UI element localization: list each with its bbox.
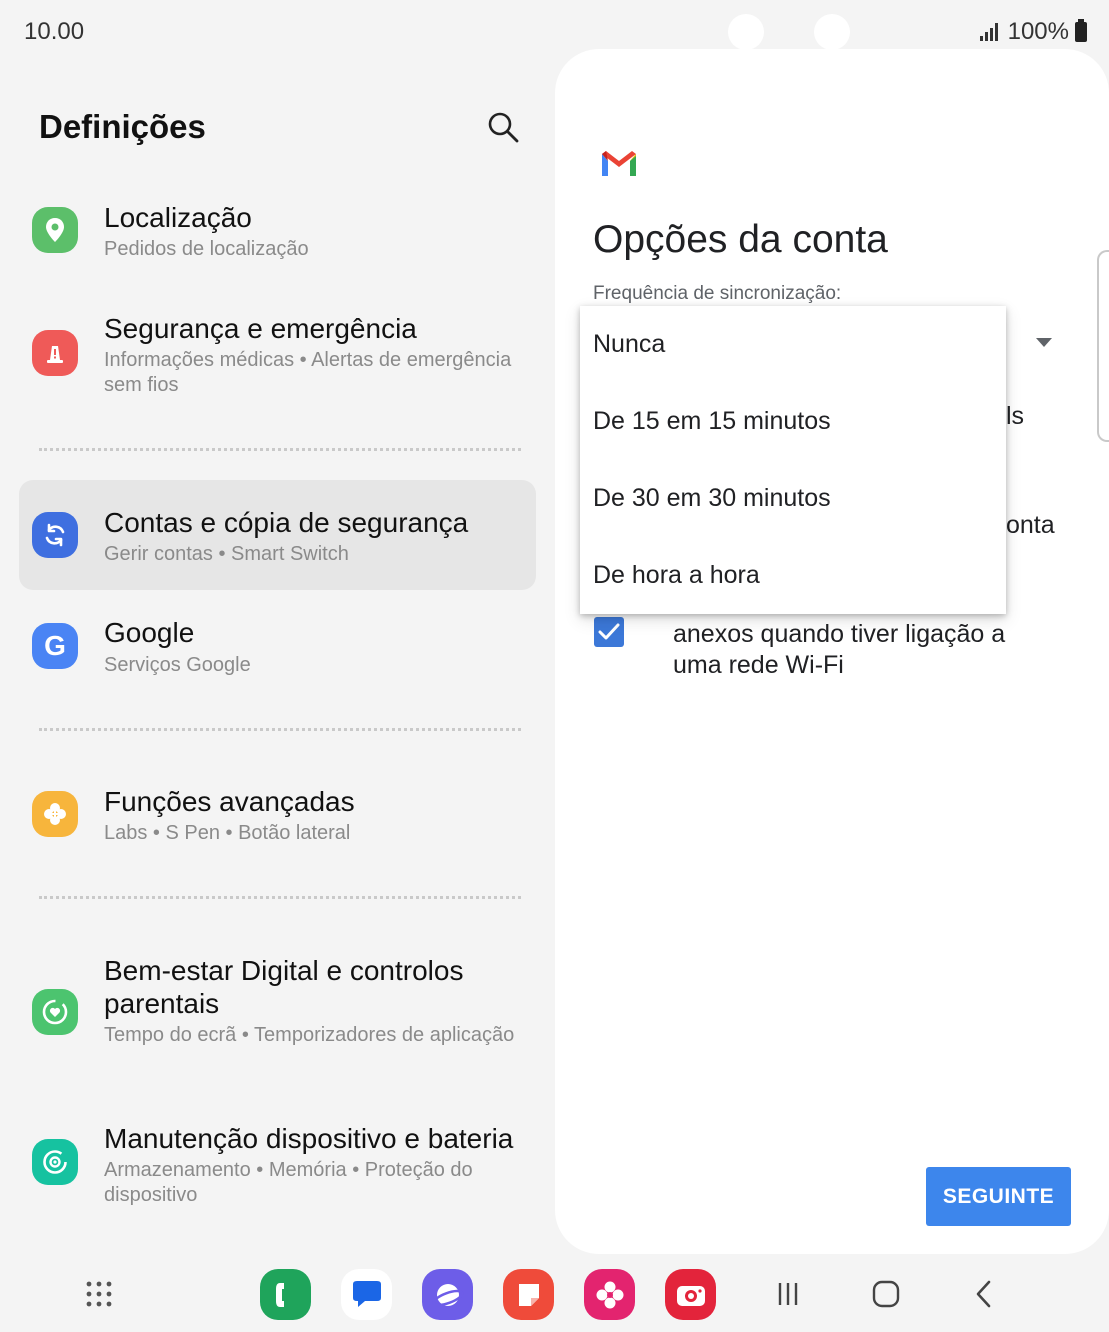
wifi-download-label: anexos quando tiver ligação a uma rede W… [673, 620, 1006, 679]
edge-panel-handle[interactable] [1097, 250, 1109, 442]
advanced-features-icon [32, 791, 78, 837]
menu-option-30-minutes[interactable]: De 30 em 30 minutos [593, 484, 831, 513]
google-g-icon: G [32, 623, 78, 669]
location-pin-icon [32, 207, 78, 253]
phone-app-icon[interactable] [260, 1269, 311, 1320]
internet-app-icon[interactable] [422, 1269, 473, 1320]
status-time: 10.00 [24, 18, 85, 45]
signal-icon [979, 23, 998, 41]
settings-item-subtitle: Tempo do ecrã • Temporizadores de aplica… [104, 1024, 515, 1046]
menu-option-15-minutes[interactable]: De 15 em 15 minutos [593, 407, 831, 436]
status-indicators: 100% [979, 18, 1087, 46]
menu-option-hourly[interactable]: De hora a hora [593, 561, 760, 590]
camera-app-icon[interactable] [665, 1269, 716, 1320]
home-icon[interactable] [868, 1276, 904, 1312]
section-divider [39, 448, 521, 451]
app-drawer-icon[interactable] [81, 1276, 117, 1312]
settings-item-title: Google [104, 617, 195, 648]
back-icon[interactable] [966, 1276, 1002, 1312]
settings-item-title: Manutenção dispositivo e bateria [104, 1123, 514, 1154]
next-button[interactable]: SEGUINTE [926, 1167, 1071, 1226]
obscured-option-text: ls [1006, 402, 1025, 430]
section-divider [39, 896, 521, 899]
gmail-logo-icon [602, 151, 636, 176]
camera-cutout [814, 14, 850, 50]
battery-icon [1075, 19, 1087, 42]
settings-item-accounts[interactable]: Contas e cópia de segurança Gerir contas… [19, 480, 536, 590]
notes-app-icon[interactable] [503, 1269, 554, 1320]
settings-item-title: Segurança e emergência [104, 313, 417, 344]
settings-item-title: Contas e cópia de segurança [104, 507, 469, 538]
settings-item-google[interactable]: G Google Serviços Google [19, 608, 536, 698]
page-title: Definições [39, 108, 206, 145]
settings-item-subtitle: Gerir contas • Smart Switch [104, 543, 349, 565]
menu-option-never[interactable]: Nunca [593, 330, 665, 359]
settings-item-subtitle: Labs • S Pen • Botão lateral [104, 822, 351, 844]
settings-item-subtitle: Informações médicas • Alertas de emergên… [104, 349, 512, 396]
camera-cutout [728, 14, 764, 50]
obscured-option-text: onta [1006, 511, 1055, 539]
sync-frequency-menu: Nunca De 15 em 15 minutos De 30 em 30 mi… [580, 306, 1006, 614]
settings-item-wellbeing[interactable]: Bem-estar Digital e controlos parentais … [19, 944, 536, 1084]
settings-item-advanced[interactable]: Funções avançadas Labs • S Pen • Botão l… [19, 776, 536, 866]
settings-item-title: Funções avançadas [104, 786, 355, 817]
battery-percentage: 100% [1007, 18, 1069, 45]
messages-app-icon[interactable] [341, 1269, 392, 1320]
wifi-download-checkbox[interactable] [594, 617, 624, 647]
settings-item-location[interactable]: Localização Pedidos de localização [19, 190, 536, 280]
settings-item-title: Bem-estar Digital e controlos parentais [104, 955, 464, 1019]
search-icon[interactable] [486, 110, 520, 144]
sync-frequency-label: Frequência de sincronização: [593, 283, 842, 304]
section-divider [39, 728, 521, 731]
safety-alert-icon [32, 330, 78, 376]
recent-apps-icon[interactable] [770, 1276, 806, 1312]
settings-item-device-care[interactable]: Manutenção dispositivo e bateria Armazen… [19, 1116, 536, 1226]
dropdown-arrow-icon[interactable] [1036, 338, 1052, 347]
settings-item-subtitle: Pedidos de localização [104, 238, 309, 260]
settings-item-subtitle: Serviços Google [104, 654, 251, 676]
settings-item-subtitle: Armazenamento • Memória • Proteção do di… [104, 1159, 473, 1206]
wellbeing-icon [32, 989, 78, 1035]
settings-item-title: Localização [104, 202, 252, 233]
settings-item-safety[interactable]: Segurança e emergência Informações médic… [19, 302, 536, 412]
page-title: Opções da conta [593, 218, 888, 261]
device-care-icon [32, 1139, 78, 1185]
sync-icon [32, 512, 78, 558]
gallery-app-icon[interactable] [584, 1269, 635, 1320]
